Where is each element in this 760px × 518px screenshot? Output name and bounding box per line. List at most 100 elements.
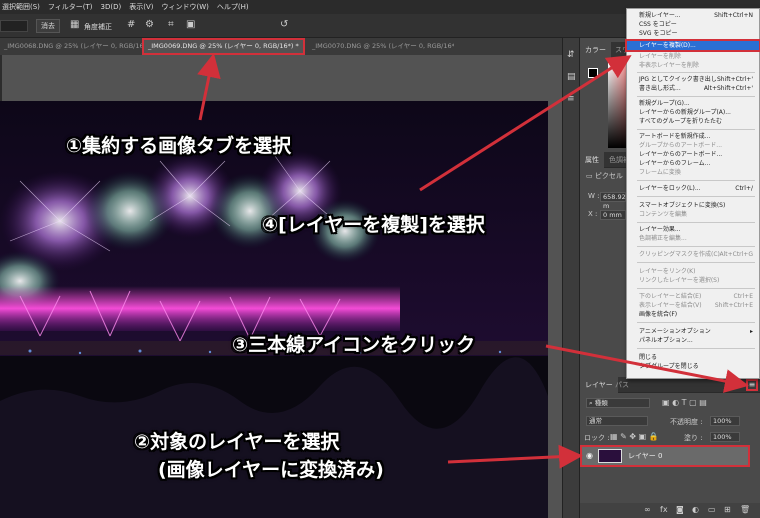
- menu-item-select-linked: リンクしたレイヤーを選択(S): [639, 277, 720, 284]
- ratio-field[interactable]: [0, 20, 28, 32]
- menu-3d[interactable]: 3D(D): [101, 3, 122, 11]
- menu-separator: [637, 96, 755, 97]
- foreground-swatch[interactable]: [588, 68, 598, 78]
- menu-item-collapse-groups[interactable]: すべてのグループを折りたたむ: [627, 117, 759, 126]
- filter-kind-label: 種類: [594, 399, 608, 407]
- tab-img0070[interactable]: _IMG0070.DNG @ 25% (レイヤー 0, RGB/16*) *: [308, 38, 454, 55]
- layer-filter-icons: ▣ ◐ T ▢ ▤: [662, 398, 752, 413]
- opacity-field[interactable]: 100%: [710, 416, 740, 426]
- filter-smart-icon[interactable]: ▤: [699, 398, 707, 407]
- menu-view[interactable]: 表示(V): [129, 2, 153, 12]
- menu-help[interactable]: ヘルプ(H): [217, 2, 249, 12]
- menu-item-duplicate-layer[interactable]: レイヤーを複製(D)...: [625, 39, 760, 52]
- menu-item-frame-from-layers[interactable]: レイヤーからのフレーム...: [627, 159, 759, 168]
- tab-paths[interactable]: パス: [610, 377, 634, 393]
- sliders-icon[interactable]: ≡: [567, 94, 575, 104]
- menu-item-new-layer[interactable]: 新規レイヤー... Shift+Ctrl+N: [627, 11, 759, 20]
- menu-separator: [637, 288, 755, 289]
- gear-icon[interactable]: ⚙: [145, 20, 154, 30]
- menu-item-new-artboard[interactable]: アートボードを新規作成...: [627, 132, 759, 141]
- layer-name[interactable]: レイヤー 0: [628, 451, 662, 461]
- menu-item-copy-svg[interactable]: SVG をコピー: [627, 29, 759, 38]
- width-field[interactable]: 658.92 m: [600, 192, 626, 210]
- filter-shape-icon[interactable]: ▢: [689, 398, 697, 407]
- menu-item-close[interactable]: 閉じる: [627, 353, 759, 362]
- menu-item-link-layers: レイヤーをリンク(K): [639, 268, 696, 275]
- erase-button[interactable]: 消去: [36, 19, 60, 33]
- menu-item-export-as[interactable]: 書き出し形式... Alt+Shift+Ctrl+': [627, 84, 759, 93]
- straighten-icon[interactable]: ▦: [70, 20, 79, 30]
- layers-panel-tabs: レイヤー パス: [580, 377, 760, 393]
- menu-separator: [637, 246, 755, 247]
- menu-separator: [637, 222, 755, 223]
- menu-separator: [637, 72, 755, 73]
- menu-item-layer-effects[interactable]: レイヤー効果...: [627, 225, 759, 234]
- reset-icon[interactable]: ↺: [280, 20, 288, 30]
- menu-item-panel-options[interactable]: パネルオプション...: [627, 336, 759, 345]
- pixel-layer-label: ピクセル: [594, 172, 623, 180]
- panel-icon-strip: ⇵ ▤ ≡: [562, 38, 580, 518]
- menu-filter[interactable]: フィルター(T): [48, 2, 93, 12]
- adjust-icon[interactable]: ▤: [567, 72, 576, 82]
- menu-item-group-from-layers[interactable]: レイヤーからの新規グループ(A)...: [627, 108, 759, 117]
- adjustment-icon[interactable]: ◐: [692, 505, 699, 514]
- filter-type-icon[interactable]: T: [682, 398, 687, 407]
- menu-item-artboard-from-layers[interactable]: レイヤーからのアートボード...: [627, 150, 759, 159]
- menu-item-artboard-from-group: グループからのアートボード...: [639, 142, 723, 149]
- group-icon[interactable]: ▭: [708, 505, 716, 514]
- annotation-step2-line1: ②対象のレイヤーを選択: [134, 431, 340, 453]
- layer-thumbnail: [598, 449, 622, 463]
- lock-artboard-icon[interactable]: ▣: [639, 432, 647, 441]
- document-tab-bar: _IMG0068.DNG @ 25% (レイヤー 0, RGB/16*) * _…: [0, 38, 562, 55]
- menu-item-copy-css[interactable]: CSS をコピー: [627, 20, 759, 29]
- menu-item-merge-down: 下のレイヤーと結合(E) Ctrl+E: [639, 293, 753, 300]
- straighten-label[interactable]: 角度補正: [84, 22, 112, 32]
- tab-properties[interactable]: 属性: [580, 152, 604, 168]
- tab-img0068[interactable]: _IMG0068.DNG @ 25% (レイヤー 0, RGB/16*) *: [0, 38, 142, 55]
- menu-select[interactable]: 選択範囲(S): [2, 2, 40, 12]
- mask-icon[interactable]: ◙: [676, 505, 684, 514]
- menu-item-close-tab-group[interactable]: タブグループを閉じる: [627, 362, 759, 371]
- lock-move-icon[interactable]: ✥: [629, 432, 636, 441]
- lock-transparency-icon[interactable]: ▦: [610, 432, 618, 441]
- layer-row-layer0[interactable]: ◉ レイヤー 0: [580, 445, 750, 467]
- x-field[interactable]: 0 mm: [600, 210, 626, 220]
- menu-item-new-group[interactable]: 新規グループ(G)...: [627, 99, 759, 108]
- menu-item-lock-layers[interactable]: レイヤーをロック(L)... Ctrl+/: [627, 184, 759, 193]
- annotation-step4: ④[レイヤーを複製]を選択: [262, 214, 485, 236]
- lock-paint-icon[interactable]: ✎: [620, 432, 627, 441]
- menu-item-flatten[interactable]: 画像を統合(F): [627, 310, 759, 319]
- annotation-step3: ③三本線アイコンをクリック: [232, 334, 476, 356]
- menu-separator: [637, 262, 755, 263]
- layer-filter-select[interactable]: ⌕ 種類: [586, 398, 650, 408]
- menu-item-quick-export[interactable]: JPG としてクイック書き出し Shift+Ctrl+': [627, 75, 759, 84]
- menu-window[interactable]: ウィンドウ(W): [161, 2, 208, 12]
- tab-img0069[interactable]: _IMG0069.DNG @ 25% (レイヤー 0, RGB/16*) *: [142, 38, 305, 55]
- menu-separator: [637, 180, 755, 181]
- menu-item-convert-smart-object[interactable]: スマートオブジェクトに変換(S): [627, 201, 759, 210]
- filter-pixel-icon[interactable]: ▣: [662, 398, 670, 407]
- menu-item-merge-visible: 表示レイヤーを結合(V) Shift+Ctrl+E: [639, 302, 753, 309]
- eye-icon[interactable]: ◉: [586, 451, 593, 460]
- annotation-step1: ①集約する画像タブを選択: [66, 135, 292, 157]
- content-aware-icon[interactable]: ▣: [186, 20, 195, 30]
- crop-icon[interactable]: ⌗: [168, 20, 174, 30]
- trash-icon[interactable]: 🗑: [740, 505, 750, 514]
- lock-all-icon[interactable]: 🔒: [649, 432, 659, 441]
- menu-item-clipping-mask: クリッピングマスクを作成(C) Alt+Ctrl+G: [639, 251, 753, 258]
- menu-item-delete-layer: レイヤーを削除: [639, 53, 681, 60]
- x-label: X :: [588, 210, 598, 218]
- history-icon[interactable]: ⇵: [567, 50, 575, 60]
- fx-icon[interactable]: fx: [660, 505, 668, 514]
- filter-adjust-icon[interactable]: ◐: [672, 398, 679, 407]
- grid-icon[interactable]: #: [127, 20, 135, 30]
- tab-color[interactable]: カラー: [580, 42, 611, 58]
- width-label: W :: [588, 192, 600, 200]
- new-layer-icon[interactable]: ⊞: [724, 505, 731, 514]
- panel-menu-hamburger-icon[interactable]: ≡: [746, 379, 758, 391]
- blend-mode-select[interactable]: 通常: [586, 416, 648, 426]
- menu-separator: [637, 348, 755, 349]
- menu-item-animation-options[interactable]: アニメーションオプション ▸: [627, 327, 759, 336]
- fill-field[interactable]: 100%: [710, 432, 740, 442]
- link-icon[interactable]: ∞: [644, 505, 651, 514]
